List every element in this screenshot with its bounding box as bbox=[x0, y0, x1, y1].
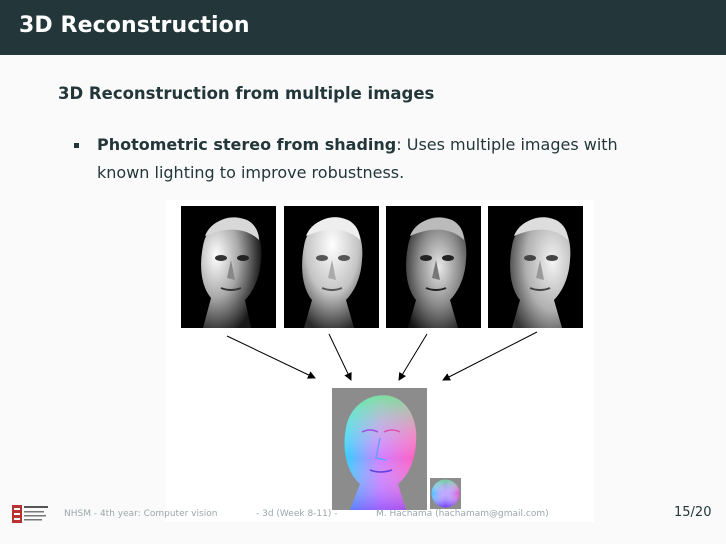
page-number: 15/20 bbox=[674, 505, 712, 520]
footer-section: - 3d (Week 8-11) - bbox=[256, 509, 338, 519]
bullet-list: Photometric stereo from shading: Uses mu… bbox=[70, 131, 650, 187]
footer-author: M. Hachama (hachamam@gmail.com) bbox=[376, 509, 549, 519]
nhsm-logo-icon bbox=[12, 505, 48, 523]
bullet-term: Photometric stereo from shading bbox=[97, 135, 397, 154]
slide-subtitle: 3D Reconstruction from multiple images bbox=[58, 84, 435, 103]
photometric-stereo-figure bbox=[165, 200, 594, 522]
normal-map-image bbox=[332, 388, 427, 510]
bullet-item: Photometric stereo from shading: Uses mu… bbox=[70, 131, 650, 187]
arrow-1 bbox=[226, 335, 316, 379]
arrow-3 bbox=[398, 333, 428, 381]
arrow-2 bbox=[328, 333, 352, 381]
arrow-4 bbox=[442, 331, 538, 381]
slide-footer: NHSM - 4th year: Computer vision - 3d (W… bbox=[0, 500, 726, 544]
footer-course: NHSM - 4th year: Computer vision bbox=[64, 509, 218, 519]
bullet-square-icon bbox=[74, 143, 79, 148]
slide-title: 3D Reconstruction bbox=[19, 13, 250, 38]
slide-title-bar: 3D Reconstruction bbox=[0, 0, 726, 55]
